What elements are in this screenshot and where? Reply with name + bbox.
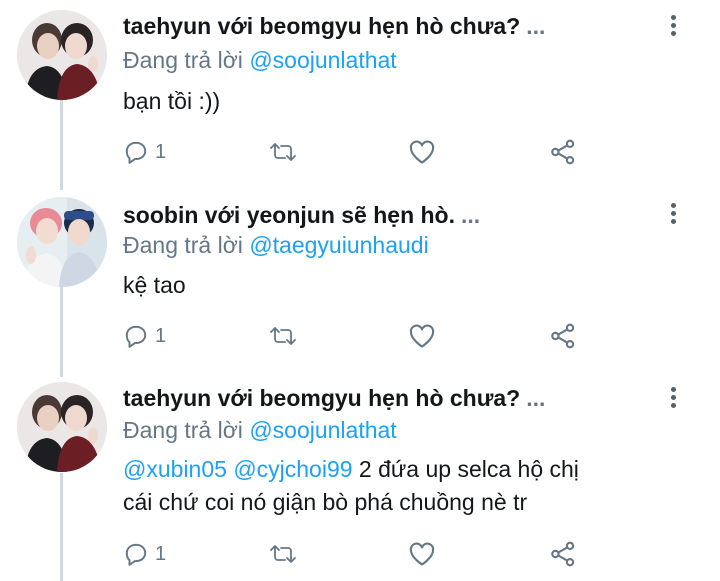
avatar[interactable] bbox=[17, 10, 107, 100]
reply-handle-link[interactable]: @taegyuiunhaudi bbox=[249, 232, 428, 258]
share-icon bbox=[551, 541, 575, 567]
tweet-text-line-1: @xubin05 @cyjchoi99 2 đứa up selca hộ ch… bbox=[123, 453, 579, 486]
tweet-text: @xubin05 @cyjchoi99 2 đứa up selca hộ ch… bbox=[123, 453, 579, 519]
like-button[interactable] bbox=[408, 137, 436, 167]
share-button[interactable] bbox=[549, 137, 577, 167]
like-button[interactable] bbox=[408, 321, 436, 351]
share-button[interactable] bbox=[549, 539, 577, 569]
tweet-text: kệ tao bbox=[123, 272, 186, 298]
reply-button[interactable]: 1 bbox=[123, 539, 166, 569]
replying-to: Đang trả lời @taegyuiunhaudi bbox=[123, 232, 429, 259]
tweet[interactable]: taehyun với beomgyu hẹn hò chưa?... Đang… bbox=[0, 0, 720, 190]
reply-count: 1 bbox=[155, 140, 167, 163]
retweet-button[interactable] bbox=[268, 321, 298, 351]
retweet-icon bbox=[270, 327, 296, 345]
reply-button[interactable]: 1 bbox=[123, 137, 166, 167]
more-vertical-icon[interactable] bbox=[663, 200, 683, 228]
tweet-text: bạn tồi :)) bbox=[123, 88, 221, 114]
display-name[interactable]: taehyun với beomgyu hẹn hò chưa?... bbox=[123, 13, 545, 40]
retweet-button[interactable] bbox=[268, 137, 298, 167]
share-button[interactable] bbox=[549, 321, 577, 351]
reply-handle-link[interactable]: @soojunlathat bbox=[249, 47, 396, 73]
tweet-text-line-2: cái chứ coi nó giận bò phá chuồng nè tr bbox=[123, 489, 528, 515]
like-button[interactable] bbox=[408, 539, 436, 569]
retweet-button[interactable] bbox=[268, 539, 298, 569]
reply-icon bbox=[125, 325, 147, 348]
replying-to-label: Đang trả lời bbox=[123, 417, 250, 443]
mention-link[interactable]: @xubin05 bbox=[123, 456, 227, 482]
tweet-actions: 1 bbox=[0, 539, 720, 569]
more-vertical-icon[interactable] bbox=[663, 12, 683, 40]
heart-icon bbox=[409, 324, 435, 348]
reply-button[interactable]: 1 bbox=[123, 321, 166, 351]
name-ellipsis: ... bbox=[526, 13, 546, 39]
reply-icon bbox=[125, 141, 147, 164]
tweet-actions: 1 bbox=[0, 321, 720, 351]
heart-icon bbox=[409, 140, 435, 164]
replying-to: Đang trả lời @soojunlathat bbox=[123, 47, 397, 74]
display-name-text: taehyun với beomgyu hẹn hò chưa? bbox=[123, 13, 521, 39]
display-name[interactable]: soobin với yeonjun sẽ hẹn hò.... bbox=[123, 202, 480, 229]
share-icon bbox=[551, 323, 575, 349]
reply-icon bbox=[125, 543, 147, 566]
name-ellipsis: ... bbox=[526, 385, 546, 411]
more-vertical-icon[interactable] bbox=[663, 384, 683, 412]
reply-handle-link[interactable]: @soojunlathat bbox=[249, 417, 396, 443]
tweet[interactable]: taehyun với beomgyu hẹn hò chưa?... Đang… bbox=[0, 376, 720, 581]
reply-count: 1 bbox=[155, 542, 167, 565]
name-ellipsis: ... bbox=[461, 202, 481, 228]
tweet[interactable]: soobin với yeonjun sẽ hẹn hò.... Đang tr… bbox=[0, 190, 720, 376]
mention-link[interactable]: @cyjchoi99 bbox=[233, 456, 352, 482]
share-icon bbox=[551, 139, 575, 165]
replying-to-label: Đang trả lời bbox=[123, 47, 250, 73]
display-name-text: soobin với yeonjun sẽ hẹn hò. bbox=[123, 202, 455, 228]
replying-to-label: Đang trả lời bbox=[123, 232, 250, 258]
tweet-actions: 1 bbox=[0, 137, 720, 167]
retweet-icon bbox=[270, 545, 296, 563]
display-name-text: taehyun với beomgyu hẹn hò chưa? bbox=[123, 385, 521, 411]
display-name[interactable]: taehyun với beomgyu hẹn hò chưa?... bbox=[123, 385, 545, 412]
heart-icon bbox=[409, 542, 435, 566]
tweet-text-segment: 2 đứa up selca hộ chị bbox=[352, 456, 579, 482]
avatar[interactable] bbox=[17, 197, 107, 287]
reply-count: 1 bbox=[155, 324, 167, 347]
replying-to: Đang trả lời @soojunlathat bbox=[123, 417, 397, 444]
avatar[interactable] bbox=[17, 382, 107, 472]
retweet-icon bbox=[270, 143, 296, 161]
